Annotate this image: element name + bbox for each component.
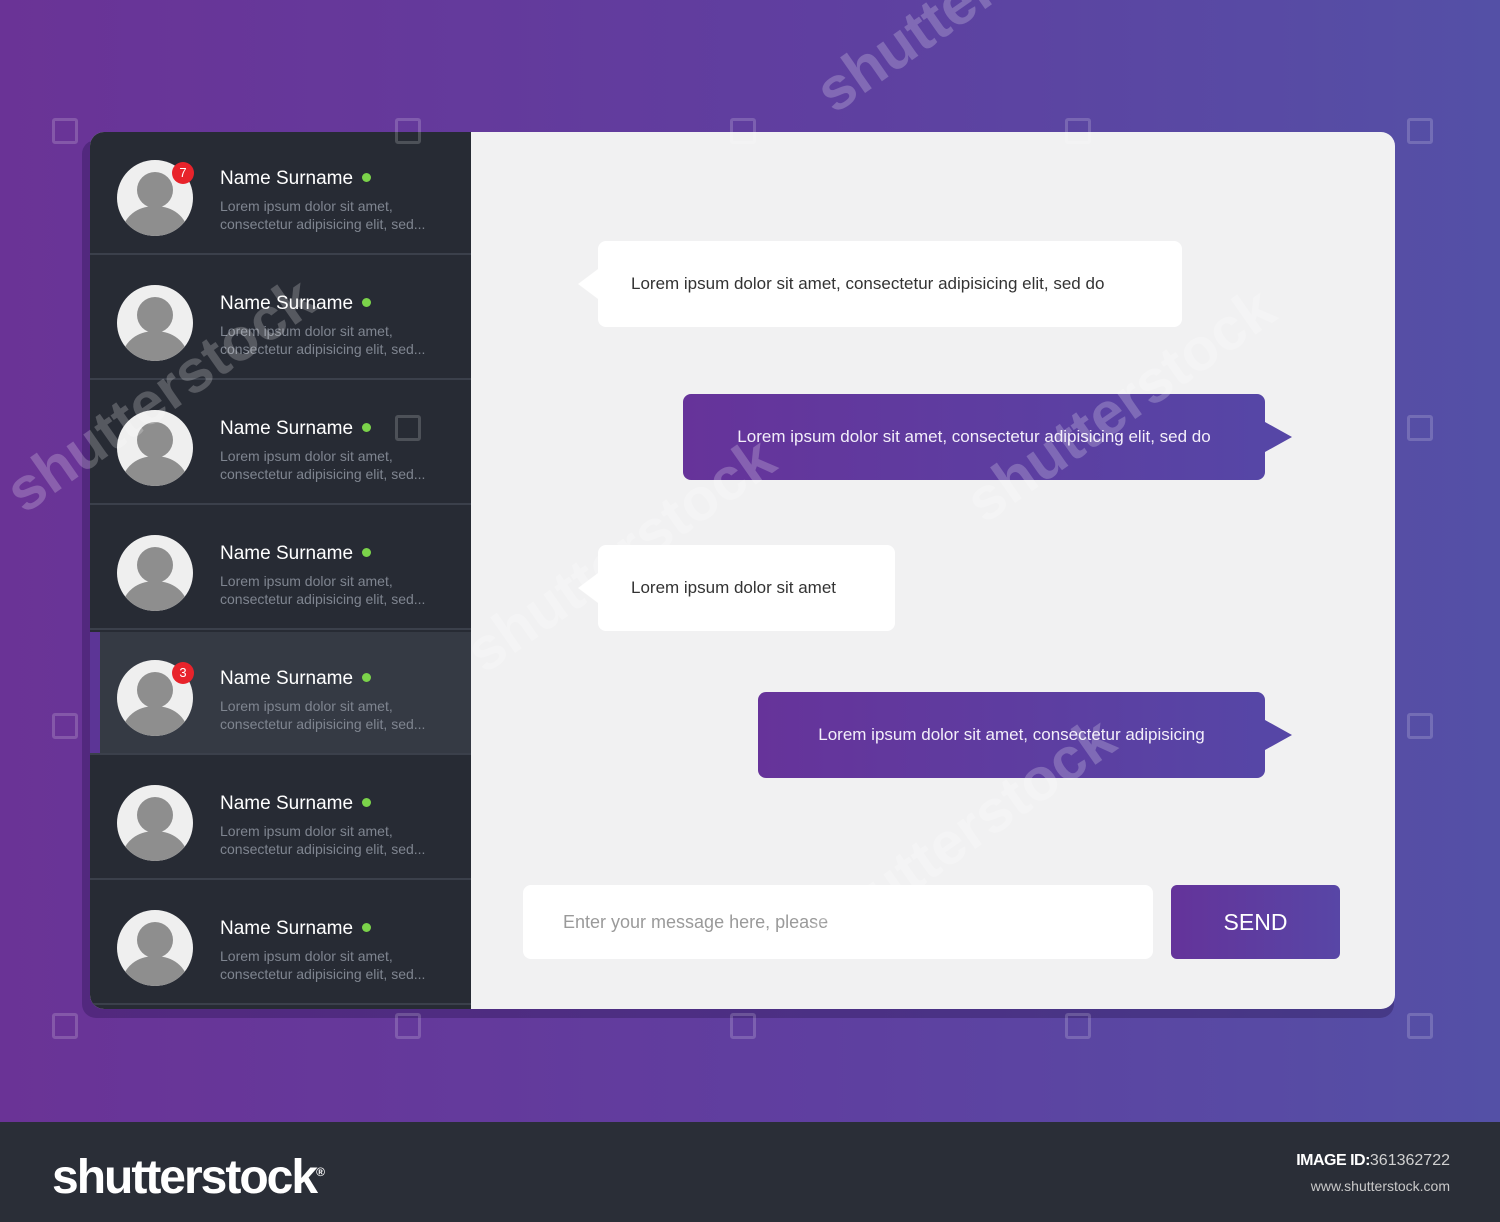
message-incoming: Lorem ipsum dolor sit amet, consectetur … xyxy=(578,241,1182,327)
avatar-icon xyxy=(117,910,193,986)
online-status-icon xyxy=(362,548,372,558)
online-status-icon xyxy=(362,298,372,308)
online-status-icon xyxy=(362,173,372,183)
unread-badge: 7 xyxy=(172,162,194,184)
unread-badge: 3 xyxy=(172,662,194,684)
contact-name: Name Surname xyxy=(220,543,372,565)
image-id: IMAGE ID:361362722 xyxy=(1296,1152,1450,1170)
shutterstock-logo: shutterstock® xyxy=(52,1151,325,1204)
message-preview: Lorem ipsum dolor sit amet, consectetur … xyxy=(220,323,426,357)
message-text: Lorem ipsum dolor sit amet, consectetur … xyxy=(818,725,1205,744)
image-id-label: IMAGE ID: xyxy=(1296,1152,1370,1169)
contact-name: Name Surname xyxy=(220,793,372,815)
message-preview: Lorem ipsum dolor sit amet, consectetur … xyxy=(220,823,426,857)
message-preview: Lorem ipsum dolor sit amet, consectetur … xyxy=(220,948,426,982)
send-button[interactable]: SEND xyxy=(1171,885,1340,959)
contact-item[interactable]: Name Surname Lorem ipsum dolor sit amet, … xyxy=(90,757,471,880)
message-text: Lorem ipsum dolor sit amet, consectetur … xyxy=(737,427,1211,446)
avatar-icon xyxy=(117,535,193,611)
contact-item[interactable]: 7 Name Surname Lorem ipsum dolor sit amet,… xyxy=(90,132,471,255)
message-text: Lorem ipsum dolor sit amet, consectetur … xyxy=(631,274,1105,293)
contact-name: Name Surname xyxy=(220,168,372,190)
message-outgoing: Lorem ipsum dolor sit amet, consectetur … xyxy=(758,692,1292,778)
avatar-icon xyxy=(117,410,193,486)
contact-item[interactable]: 3 Name Surname Lorem ipsum dolor sit amet,… xyxy=(90,632,471,755)
contact-name: Name Surname xyxy=(220,418,372,440)
contact-name: Name Surname xyxy=(220,293,372,315)
contact-item[interactable]: Name Surname Lorem ipsum dolor sit amet, … xyxy=(90,507,471,630)
contact-name: Name Surname xyxy=(220,668,372,690)
contact-item[interactable]: Name Surname Lorem ipsum dolor sit amet, … xyxy=(90,257,471,380)
footer-url: www.shutterstock.com xyxy=(1310,1178,1450,1194)
message-preview: Lorem ipsum dolor sit amet, consectetur … xyxy=(220,198,426,232)
message-incoming: Lorem ipsum dolor sit amet xyxy=(578,545,895,631)
online-status-icon xyxy=(362,798,372,808)
online-status-icon xyxy=(362,423,372,433)
avatar-icon xyxy=(117,785,193,861)
message-preview: Lorem ipsum dolor sit amet, consectetur … xyxy=(220,448,426,482)
avatar-icon xyxy=(117,285,193,361)
message-preview: Lorem ipsum dolor sit amet, consectetur … xyxy=(220,698,426,732)
online-status-icon xyxy=(362,923,372,933)
message-preview: Lorem ipsum dolor sit amet, consectetur … xyxy=(220,573,426,607)
message-outgoing: Lorem ipsum dolor sit amet, consectetur … xyxy=(683,394,1292,480)
online-status-icon xyxy=(362,673,372,683)
message-text: Lorem ipsum dolor sit amet xyxy=(631,578,837,597)
contact-item[interactable]: Name Surname Lorem ipsum dolor sit amet, … xyxy=(90,882,471,1005)
footer: shutterstock® IMAGE ID:361362722 www.shu… xyxy=(0,1122,1500,1222)
image-id-value: 361362722 xyxy=(1369,1152,1450,1169)
contact-name: Name Surname xyxy=(220,918,372,940)
contact-item[interactable]: Name Surname Lorem ipsum dolor sit amet, … xyxy=(90,382,471,505)
contact-list: 7 Name Surname Lorem ipsum dolor sit amet,… xyxy=(90,132,471,1009)
chat-window: 7 Name Surname Lorem ipsum dolor sit amet,… xyxy=(90,132,1395,1009)
message-input[interactable] xyxy=(523,885,1153,959)
